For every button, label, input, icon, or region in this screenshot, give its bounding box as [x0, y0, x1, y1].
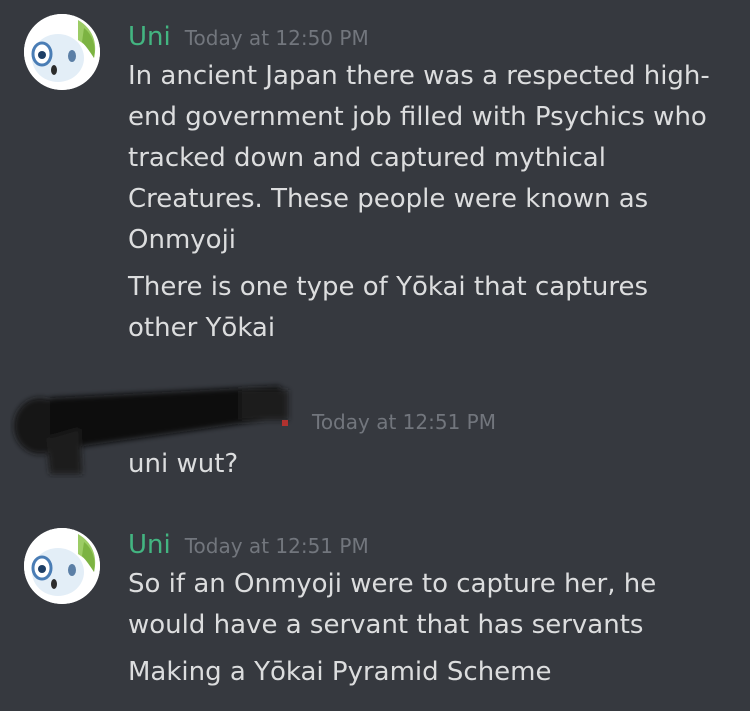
username[interactable]: Uni — [128, 530, 171, 560]
message-line: tracked down and captured mythical — [128, 143, 606, 173]
message-line: Creatures. These people were known as — [128, 184, 649, 214]
message-line: other Yōkai — [128, 313, 276, 343]
message-line: end government job filled with Psychics … — [128, 102, 707, 132]
message-line: Making a Yōkai Pyramid Scheme — [128, 657, 552, 687]
message-line: uni wut? — [128, 449, 239, 479]
message-body: So if an Onmyoji were to capture her, he… — [128, 564, 738, 693]
message-line: Onmyoji — [128, 225, 237, 255]
message-body: uni wut? — [128, 444, 738, 485]
message-line: So if an Onmyoji were to capture her, he — [128, 569, 657, 599]
avatar[interactable] — [24, 14, 100, 90]
pokemon-avatar-icon — [24, 14, 100, 90]
timestamp[interactable]: Today at 12:51 PM — [185, 534, 369, 558]
message-line: In ancient Japan there was a respected h… — [128, 61, 710, 91]
avatar[interactable] — [24, 528, 100, 604]
timestamp[interactable]: Today at 12:51 PM — [312, 410, 496, 434]
message-body: In ancient Japan there was a respected h… — [128, 56, 738, 349]
chat-view: { "messages": [ { "author": "Uni", "time… — [0, 0, 750, 711]
pokemon-avatar-icon — [24, 528, 100, 604]
username[interactable]: Uni — [128, 22, 171, 52]
message-line: would have a servant that has servants — [128, 610, 644, 640]
message-header: Today at 12:51 PM — [312, 410, 496, 434]
message-line: There is one type of Yōkai that captures — [128, 272, 649, 302]
timestamp[interactable]: Today at 12:50 PM — [185, 26, 369, 50]
message-header: Uni Today at 12:50 PM — [128, 22, 369, 52]
message-header: Uni Today at 12:51 PM — [128, 530, 369, 560]
